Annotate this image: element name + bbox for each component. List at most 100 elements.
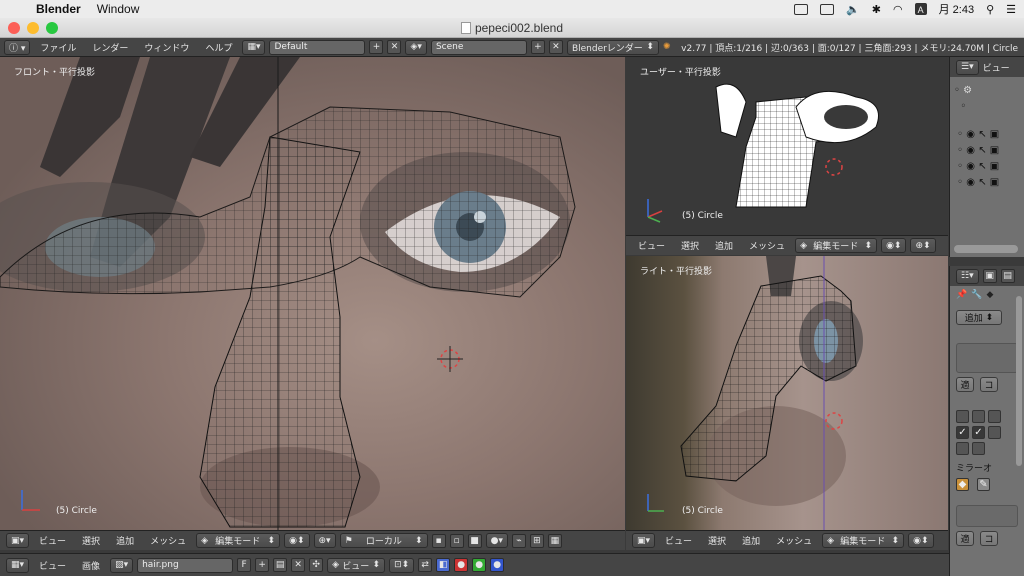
right-menu-add[interactable]: 追加 [736, 534, 766, 547]
outliner-row[interactable]: ◦ ◉ ↖ ▣ [954, 175, 1020, 191]
remove-scene-icon[interactable]: ✕ [548, 40, 563, 54]
apply-modifier-button[interactable]: 適 [956, 377, 974, 392]
add-layout-icon[interactable]: + [369, 40, 384, 54]
vertex-select-icon[interactable]: ▪ [431, 533, 446, 548]
editor-type-3dview-icon[interactable]: ▣▾ [632, 533, 656, 548]
outliner-row[interactable]: ◦ ◉ ↖ ▣ [954, 143, 1020, 159]
select-arrow-icon[interactable]: ↖ [978, 177, 986, 188]
right-shading-icon[interactable]: ◉⬍ [908, 533, 934, 548]
channel-blue-icon[interactable]: ● [490, 558, 505, 572]
user-shading-icon[interactable]: ◉⬍ [881, 238, 907, 253]
visibility-eye-icon[interactable]: ◉ [966, 161, 975, 172]
select-arrow-icon[interactable]: ↖ [978, 161, 986, 172]
merge-checkbox[interactable]: ✓ [956, 426, 969, 439]
proportional-edit-icon[interactable]: ●▾ [485, 533, 508, 548]
uv-u-checkbox[interactable] [956, 442, 969, 455]
user-pivot-icon[interactable]: ⊕⬍ [910, 238, 936, 253]
face-select-icon[interactable]: ■ [467, 533, 482, 548]
volume-icon[interactable]: 🔈 [846, 3, 860, 16]
pivot-point-icon[interactable]: ⊕▾ [313, 533, 336, 548]
transform-orientation-select[interactable]: ⚑ ローカル ⬍ [339, 533, 428, 548]
front-menu-add[interactable]: 追加 [110, 534, 140, 547]
editor-type-outliner-icon[interactable]: ☰▾ [956, 59, 979, 75]
right-menu-select[interactable]: 選択 [702, 534, 732, 547]
right-menu-mesh[interactable]: メッシュ [770, 534, 818, 547]
render-camera-icon[interactable]: ▣ [990, 161, 999, 172]
input-source-icon[interactable]: A [914, 3, 927, 15]
viewport-front[interactable]: フロント・平行投影 (5) Circle [0, 57, 625, 530]
editor-type-image-icon[interactable]: ▦▾ [6, 557, 30, 573]
snap-icon[interactable]: ⌁ [511, 533, 526, 548]
visibility-eye-icon[interactable]: ◉ [966, 177, 975, 188]
unlink-image-icon[interactable]: ✕ [291, 558, 306, 572]
render-tab-icon[interactable]: ▣ [982, 269, 997, 283]
render-engine-select[interactable]: Blenderレンダー ⬍ [566, 39, 659, 55]
user-mode-select[interactable]: ◈ 編集モード ⬍ [795, 238, 878, 253]
pin-image-icon[interactable]: ✣ [309, 558, 324, 572]
render-camera-icon[interactable]: ▣ [990, 177, 999, 188]
scene-field[interactable]: Scene [430, 39, 527, 55]
front-menu-mesh[interactable]: メッシュ [144, 534, 192, 547]
image-name-field[interactable]: hair.png [137, 557, 234, 573]
viewport-shading-icon[interactable]: ◉⬍ [284, 533, 310, 548]
axis-x-checkbox[interactable] [956, 410, 969, 423]
uv-v-checkbox[interactable] [972, 442, 985, 455]
select-arrow-icon[interactable]: ↖ [978, 145, 986, 156]
screen-layout-icon[interactable]: ▦▾ [242, 39, 266, 55]
menu-render[interactable]: レンダー [86, 41, 134, 54]
visibility-eye-icon[interactable]: ◉ [966, 129, 975, 140]
pin-icon[interactable]: 📌 [956, 290, 967, 300]
user-menu-view[interactable]: ビュー [632, 239, 671, 252]
visibility-eye-icon[interactable]: ◉ [966, 145, 975, 156]
spotlight-icon[interactable]: ⚲ [986, 3, 994, 16]
screen-layout-field[interactable]: Default [269, 39, 366, 55]
uv-pivot-icon[interactable]: ⊡⬍ [389, 557, 415, 573]
display-icon[interactable] [820, 3, 835, 15]
user-menu-add[interactable]: 追加 [709, 239, 739, 252]
render-camera-icon[interactable]: ▣ [990, 129, 999, 140]
wrench-icon[interactable]: 🔧 [971, 290, 982, 300]
uv-menu-view[interactable]: ビュー [33, 559, 72, 572]
outliner-scrollbar[interactable] [954, 245, 1018, 253]
fake-user-button[interactable]: F [237, 558, 252, 572]
viewport-right[interactable]: ライト・平行投影 (5) Circle [626, 256, 948, 530]
clipping-checkbox[interactable]: ✓ [972, 426, 985, 439]
menu-file[interactable]: ファイル [34, 41, 82, 54]
viewport-user[interactable]: ユーザー・平行投影 (5) Circle [626, 57, 948, 235]
clock[interactable]: 月 2:43 [939, 1, 974, 17]
user-menu-select[interactable]: 選択 [675, 239, 705, 252]
select-arrow-icon[interactable]: ↖ [978, 129, 986, 140]
uv-sync-icon[interactable]: ⇄ [418, 558, 433, 572]
outliner-menu-view[interactable]: ビュー [983, 61, 1010, 74]
layers-tab-icon[interactable]: ▤ [1000, 269, 1015, 283]
render-camera-icon[interactable]: ▣ [990, 145, 999, 156]
eyedropper-icon[interactable]: ✎ [977, 478, 990, 491]
app-menu[interactable]: Blender [36, 2, 81, 16]
new-image-icon[interactable]: + [255, 558, 270, 572]
axis-z-checkbox[interactable] [988, 410, 1001, 423]
image-browse-icon[interactable]: ▨▾ [110, 557, 134, 573]
remove-layout-icon[interactable]: ✕ [387, 40, 402, 54]
channel-red-icon[interactable]: ● [454, 558, 469, 572]
outliner-row[interactable]: ◦ ⚙ [954, 83, 1020, 99]
user-menu-mesh[interactable]: メッシュ [743, 239, 791, 252]
add-modifier-button[interactable]: 追加 ⬍ [956, 310, 1002, 325]
channel-green-icon[interactable]: ● [472, 558, 487, 572]
front-menu-view[interactable]: ビュー [33, 534, 72, 547]
copy-modifier-button-2[interactable]: コ [980, 531, 998, 546]
window-menu[interactable]: Window [97, 2, 140, 16]
uv-select-icon[interactable]: ◧ [436, 558, 451, 572]
outliner-row[interactable]: ◦ ◉ ↖ ▣ [954, 127, 1020, 143]
vgroup-checkbox[interactable] [988, 426, 1001, 439]
bluetooth-icon[interactable]: ✱ [872, 3, 881, 16]
editor-type-properties-icon[interactable]: ☷▾ [956, 268, 979, 284]
right-menu-view[interactable]: ビュー [659, 534, 698, 547]
front-menu-select[interactable]: 選択 [76, 534, 106, 547]
airplay-icon[interactable] [794, 3, 809, 15]
outliner-row[interactable]: ◦ ◉ ↖ ▣ [954, 159, 1020, 175]
apply-modifier-button-2[interactable]: 適 [956, 531, 974, 546]
copy-modifier-button[interactable]: コ [980, 377, 998, 392]
editor-type-info-icon[interactable]: ⓘ ▾ [4, 39, 31, 55]
properties-scrollbar[interactable] [1016, 296, 1022, 466]
add-scene-icon[interactable]: + [530, 40, 545, 54]
